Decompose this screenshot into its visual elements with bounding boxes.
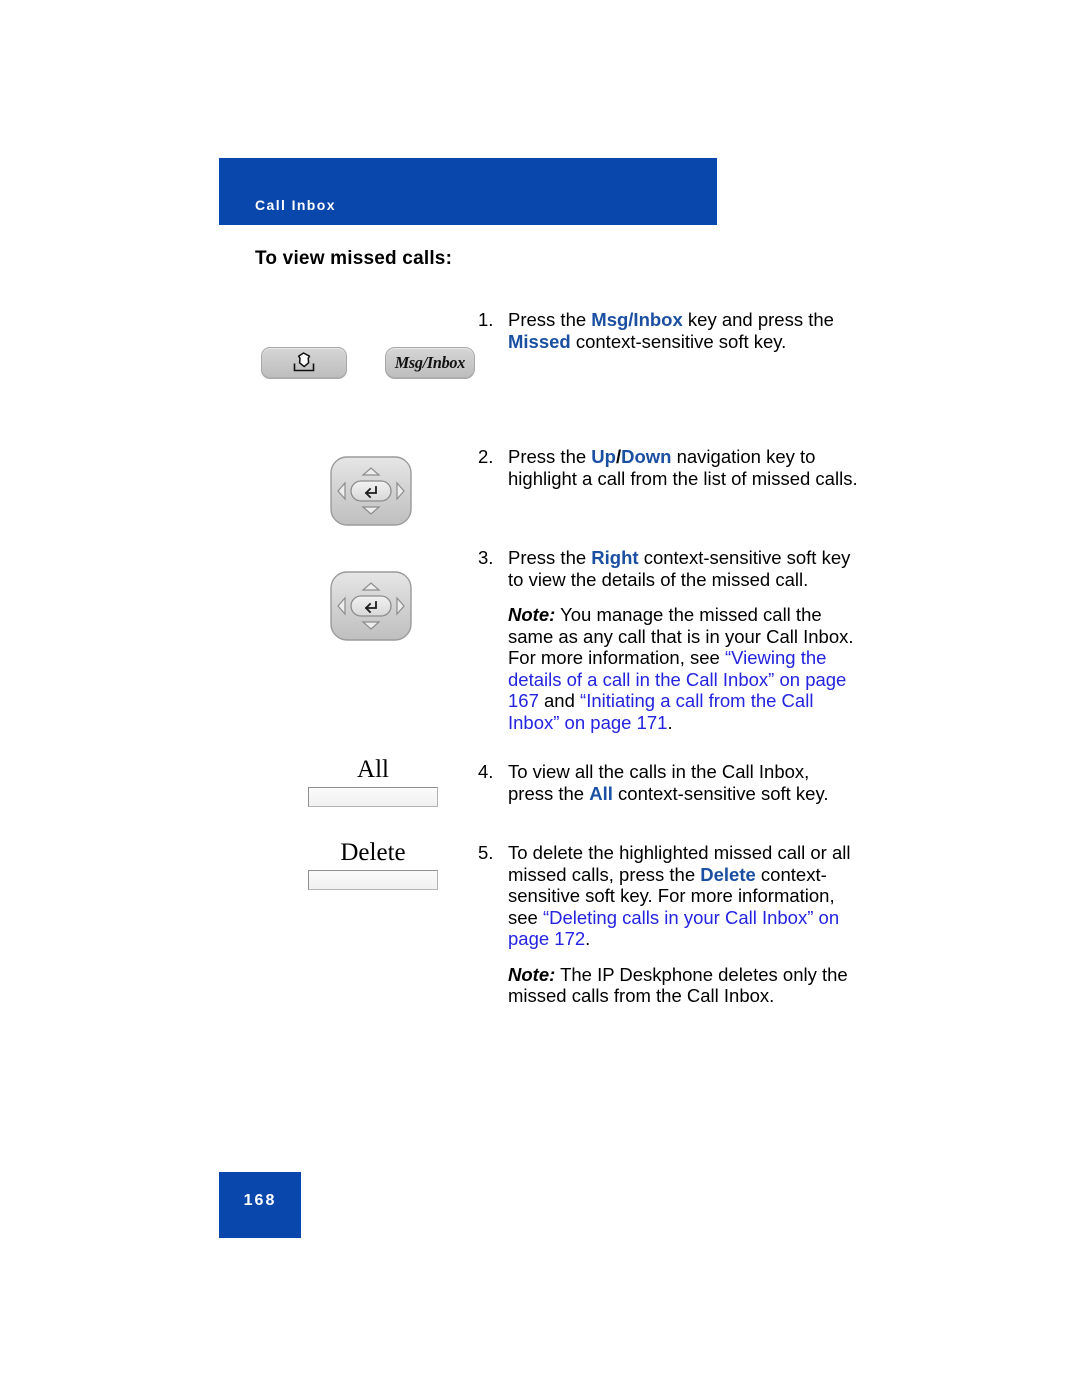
note-label: Note: bbox=[508, 963, 556, 985]
step-body: Press the Up/Down navigation key to high… bbox=[508, 446, 858, 489]
step-number: 5. bbox=[478, 842, 494, 863]
navigation-rocker-graphic-2 bbox=[327, 568, 415, 644]
navigation-rocker-icon bbox=[330, 571, 412, 641]
delete-softkey-button bbox=[308, 870, 438, 891]
procedure-step-list: 1. Press the Msg/Inbox key and press the … bbox=[478, 309, 858, 1007]
inbox-key-graphic bbox=[261, 347, 347, 379]
inbox-tray-arrow-icon bbox=[289, 351, 319, 375]
procedure-step: 4. To view all the calls in the Call Inbo… bbox=[478, 761, 858, 804]
all-softkey-label: All bbox=[357, 756, 389, 783]
procedure-step: 3. Press the Right context-sensitive soft… bbox=[478, 547, 858, 733]
page-title: To view missed calls: bbox=[255, 248, 453, 269]
step-body: Press the Right context-sensitive soft k… bbox=[508, 547, 858, 590]
delete-softkey-label: Delete bbox=[340, 839, 406, 866]
step-text: The IP Deskphone deletes only the missed… bbox=[508, 963, 848, 1007]
step-text: Press the bbox=[508, 547, 592, 568]
navigation-rocker-graphic-1 bbox=[327, 453, 415, 529]
procedure-step: 2. Press the Up/Down navigation key to hi… bbox=[478, 446, 858, 489]
step-text: key and press the bbox=[682, 309, 834, 330]
procedure-step: 1. Press the Msg/Inbox key and press the … bbox=[478, 309, 858, 352]
step-number: 2. bbox=[478, 446, 494, 467]
msg-inbox-key-label: Msg/Inbox bbox=[394, 353, 466, 372]
delete-softkey-graphic: Delete bbox=[308, 839, 438, 891]
msg-inbox-key-graphic: Msg/Inbox bbox=[385, 347, 475, 379]
all-softkey-graphic: All bbox=[308, 756, 438, 808]
note-label: Note: bbox=[508, 604, 556, 625]
step-text: . bbox=[585, 928, 591, 949]
section-header-banner: Call Inbox bbox=[219, 158, 717, 225]
step-body: Press the Msg/Inbox key and press the Mi… bbox=[508, 309, 858, 352]
step-text: and bbox=[538, 690, 581, 711]
step-text: context-sensitive soft key. bbox=[612, 782, 829, 804]
step-number: 4. bbox=[478, 761, 494, 782]
navigation-rocker-icon bbox=[330, 456, 412, 526]
step-note: Note: The IP Deskphone deletes only the … bbox=[508, 964, 858, 1007]
highlighted-term: Msg/Inbox bbox=[591, 309, 683, 330]
highlighted-term: Missed bbox=[508, 330, 571, 352]
all-softkey-button bbox=[308, 787, 438, 808]
highlighted-term: Up bbox=[591, 446, 616, 467]
page-number: 168 bbox=[243, 1192, 277, 1209]
step-text: context-sensitive soft key. bbox=[570, 330, 787, 352]
highlighted-term: All bbox=[589, 782, 613, 804]
highlighted-term: Right bbox=[591, 547, 639, 568]
section-header-label: Call Inbox bbox=[255, 197, 336, 213]
step-number: 1. bbox=[478, 309, 494, 330]
procedure-step: 5. To delete the highlighted missed call … bbox=[478, 842, 858, 1007]
highlighted-term: Down bbox=[621, 446, 672, 467]
step-body: To view all the calls in the Call Inbox,… bbox=[508, 761, 858, 804]
step-text: Press the bbox=[508, 309, 592, 330]
step-body: To delete the highlighted missed call or… bbox=[508, 842, 858, 950]
highlighted-term: Delete bbox=[700, 863, 756, 885]
step-number: 3. bbox=[478, 547, 494, 568]
step-note: Note: You manage the missed call the sam… bbox=[508, 604, 858, 733]
step-text: . bbox=[667, 711, 673, 733]
cross-reference-link[interactable]: “Deleting calls in your Call Inbox” on p… bbox=[508, 907, 839, 950]
page-number-box: 168 bbox=[219, 1172, 301, 1238]
step-text: Press the bbox=[508, 446, 592, 467]
